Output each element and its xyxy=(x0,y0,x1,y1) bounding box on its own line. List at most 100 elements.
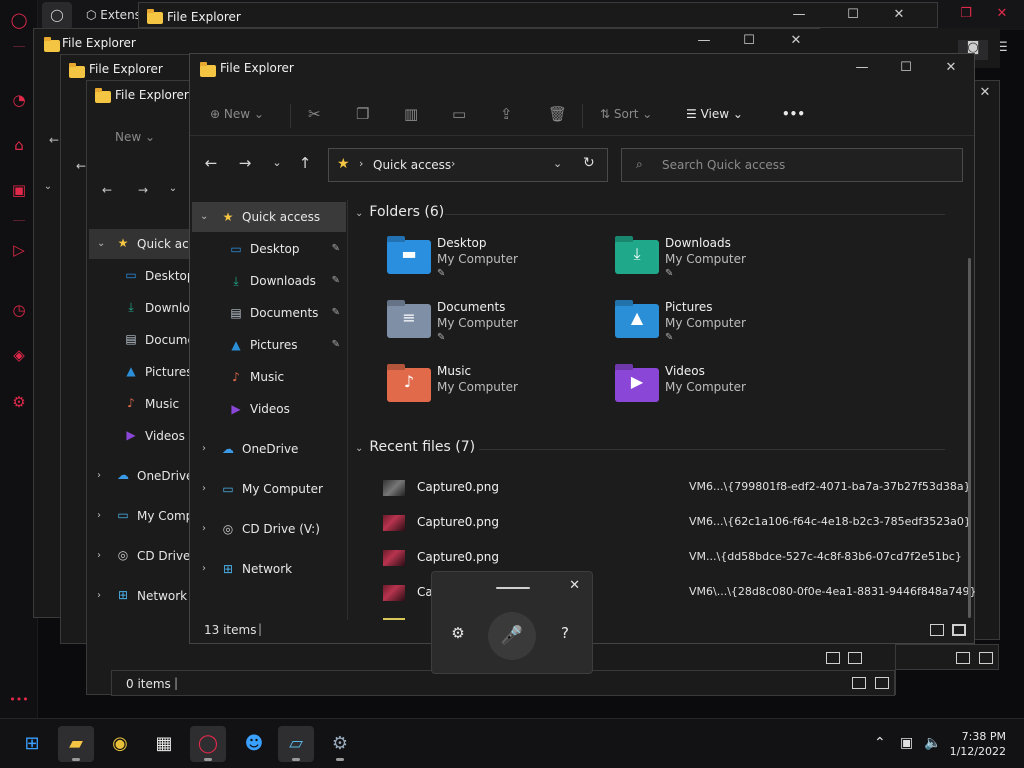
settings-gear-icon[interactable]: ⚙ xyxy=(9,392,29,412)
details-view-icon[interactable] xyxy=(852,677,866,689)
pin-icon[interactable]: ✎ xyxy=(332,234,340,264)
maximize-button[interactable]: ☐ xyxy=(843,7,863,22)
folder-tile-desktop[interactable]: ▬ Desktop My Computer ✎ xyxy=(387,236,597,292)
forward-arrow-icon[interactable]: → xyxy=(234,152,256,174)
contacts-icon[interactable]: ☻ xyxy=(236,726,272,762)
help-icon[interactable]: ? xyxy=(554,622,576,644)
chevron-down-icon[interactable]: ⌄ xyxy=(40,181,56,192)
folder-tile-downloads[interactable]: ⤓ Downloads My Computer ✎ xyxy=(615,236,825,292)
tiles-view-icon[interactable] xyxy=(979,652,993,664)
nav-item-desktop[interactable]: ▭ Desktop xyxy=(89,261,194,291)
opera-tab[interactable]: ◯ xyxy=(42,2,72,30)
show-hidden-icons-chevron-icon[interactable]: ⌃ xyxy=(874,735,886,751)
breadcrumb-chevron-icon[interactable]: › xyxy=(451,157,455,170)
close-button[interactable]: ✕ xyxy=(786,33,806,48)
opera-taskbar-icon[interactable]: ◯ xyxy=(190,726,226,762)
up-arrow-icon[interactable]: ↑ xyxy=(294,152,316,174)
nav-item-my-computer[interactable]: › ▭ My Computer xyxy=(192,474,346,504)
refresh-icon[interactable]: ↻ xyxy=(583,155,595,171)
recent-file-row[interactable]: Capture0.png VM...\{dd58bdce-527c-4c8f-8… xyxy=(377,542,962,574)
tiles-view-icon[interactable] xyxy=(952,624,966,636)
details-view-icon[interactable] xyxy=(930,624,944,636)
nav-item-videos[interactable]: ▶ Videos xyxy=(89,421,189,451)
opera-logo-icon[interactable]: ◯ xyxy=(9,10,29,30)
vertical-scrollbar[interactable] xyxy=(968,258,971,618)
settings-gear-icon[interactable]: ⚙ xyxy=(322,726,358,762)
maximize-button[interactable]: ☐ xyxy=(739,33,759,48)
folders-section-header[interactable]: ⌄ Folders (6) xyxy=(355,204,444,220)
recent-file-row[interactable]: Capture0.png VM6...\{62c1a106-f64c-4e18-… xyxy=(377,507,971,539)
microphone-button[interactable]: 🎤 xyxy=(488,612,536,660)
title-bar[interactable]: File Explorer — ☐ ✕ xyxy=(190,54,974,82)
sort-button[interactable]: ⇅ Sort ⌄ xyxy=(600,102,652,126)
nav-item-network[interactable]: › ⊞ Network xyxy=(89,581,189,611)
recent-file-row[interactable]: Capture0.png VM6...\{799801f8-edf2-4071-… xyxy=(377,472,971,504)
view-button[interactable]: ☰ View ⌄ xyxy=(686,102,743,126)
details-view-icon[interactable] xyxy=(826,652,840,664)
start-windows-icon[interactable]: ⊞ xyxy=(14,726,50,762)
nav-item-downloads[interactable]: ⤓ Downloa xyxy=(89,293,197,323)
copy-icon[interactable]: ❐ xyxy=(356,102,369,126)
pin-icon[interactable]: ✎ xyxy=(332,266,340,296)
nav-item-onedrive[interactable]: › ☁ OneDrive xyxy=(89,461,193,491)
recent-dropdown-icon[interactable]: ⌄ xyxy=(165,183,181,194)
nav-item-network[interactable]: › ⊞ Network xyxy=(192,554,346,584)
folder-tile-documents[interactable]: ≡ Documents My Computer ✎ xyxy=(387,300,597,356)
clock[interactable]: 7:38 PM 1/12/2022 xyxy=(950,729,1006,759)
folder-tile-music[interactable]: ♪ Music My Computer xyxy=(387,364,597,420)
paste-icon[interactable]: ▥ xyxy=(404,102,418,126)
recent-locations-chevron-icon[interactable]: ⌄ xyxy=(266,152,288,174)
network-monitor-icon[interactable]: ▣ xyxy=(900,735,913,751)
nav-item-onedrive[interactable]: › ☁ OneDrive xyxy=(192,434,346,464)
folder-tile-pictures[interactable]: ▲ Pictures My Computer ✎ xyxy=(615,300,825,356)
minimize-button[interactable]: — xyxy=(789,7,809,22)
close-button[interactable]: ✕ xyxy=(889,7,909,22)
history-icon[interactable]: ◷ xyxy=(9,300,29,320)
nav-item-quick-access[interactable]: ⌄ ★ Quick acc xyxy=(89,229,195,259)
pin-icon[interactable]: ✎ xyxy=(332,330,340,360)
browser-close-button[interactable]: ✕ xyxy=(992,6,1012,21)
search-box[interactable]: ⌕ Search Quick access xyxy=(621,148,963,182)
browser-restore-button[interactable]: ❐ xyxy=(956,6,976,21)
shopping-bag-icon[interactable]: ⌂ xyxy=(9,135,29,155)
twitch-icon[interactable]: ▣ xyxy=(9,180,29,200)
new-button[interactable]: New ⌄ xyxy=(115,130,155,144)
new-button[interactable]: ⊕ New ⌄ xyxy=(210,102,264,126)
back-arrow-icon[interactable]: ← xyxy=(99,183,115,197)
tiles-view-icon[interactable] xyxy=(875,677,889,689)
nav-item-pictures[interactable]: ▲ Pictures ✎ xyxy=(192,330,346,360)
more-options-button[interactable]: ••• xyxy=(782,102,805,126)
nav-item-cd-drive[interactable]: › ◎ CD Drive ( xyxy=(89,541,199,571)
nav-item-desktop[interactable]: ▭ Desktop ✎ xyxy=(192,234,346,264)
breadcrumb-location[interactable]: Quick access xyxy=(373,158,451,172)
maximize-button[interactable]: ☐ xyxy=(896,60,916,75)
file-explorer-taskbar-icon[interactable]: ▰ xyxy=(58,726,94,762)
settings-gear-icon[interactable]: ⚙ xyxy=(447,622,469,644)
nav-item-videos[interactable]: ▶ Videos xyxy=(192,394,346,424)
nav-item-music[interactable]: ♪ Music xyxy=(89,389,189,419)
drag-handle[interactable] xyxy=(496,587,530,589)
chrome-icon[interactable]: ◉ xyxy=(102,726,138,762)
more-dots-icon[interactable]: ••• xyxy=(9,690,29,710)
speed-dial-icon[interactable]: ◔ xyxy=(9,90,29,110)
cut-icon[interactable]: ✂ xyxy=(308,102,321,126)
store-bag-icon[interactable]: ▦ xyxy=(146,726,182,762)
nav-item-pictures[interactable]: ▲ Pictures xyxy=(89,357,192,387)
vm-app-icon[interactable]: ▱ xyxy=(278,726,314,762)
nav-item-documents[interactable]: ▤ Documents ✎ xyxy=(192,298,346,328)
close-button[interactable]: ✕ xyxy=(941,60,961,75)
nav-item-my-computer[interactable]: › ▭ My Comp xyxy=(89,501,193,531)
minimize-button[interactable]: — xyxy=(852,60,872,75)
extensions-cube-icon[interactable]: ◈ xyxy=(9,345,29,365)
volume-icon[interactable]: 🔈 xyxy=(924,735,941,751)
recent-files-section-header[interactable]: ⌄ Recent files (7) xyxy=(355,439,475,455)
pin-icon[interactable]: ✎ xyxy=(332,298,340,328)
delete-trash-icon[interactable]: 🗑 xyxy=(548,102,567,126)
nav-item-quick-access[interactable]: ⌄ ★ Quick access xyxy=(192,202,346,232)
nav-item-documents[interactable]: ▤ Docume xyxy=(89,325,195,355)
rename-icon[interactable]: ▭ xyxy=(452,102,466,126)
tiles-view-icon[interactable] xyxy=(848,652,862,664)
back-arrow-icon[interactable]: ← xyxy=(200,152,222,174)
forward-arrow-icon[interactable]: → xyxy=(135,183,151,197)
address-dropdown-icon[interactable]: ⌄ xyxy=(553,157,562,170)
